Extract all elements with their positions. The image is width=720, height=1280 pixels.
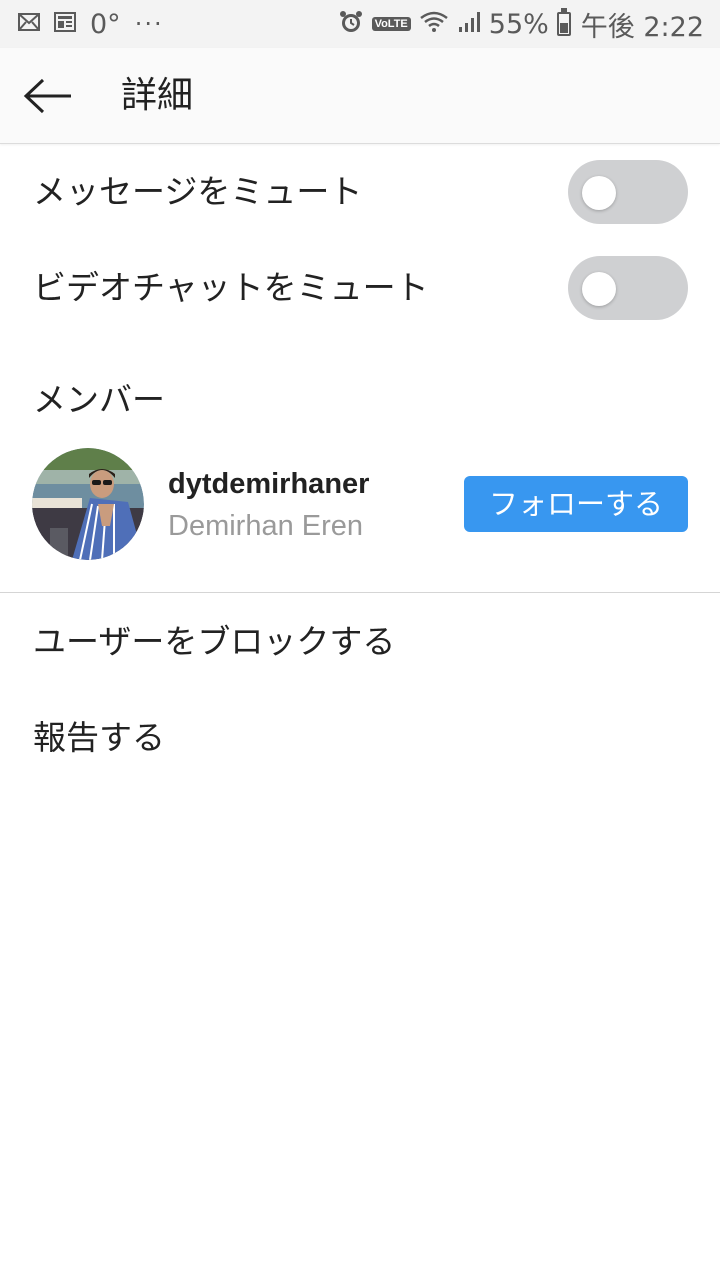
page-title: 詳細 [121, 75, 194, 116]
volte-icon: VoLTE [371, 17, 411, 31]
status-bar: 0° ··· VoLTE 55% 午後 2:22 [0, 0, 720, 48]
report-label: 報告する [33, 718, 165, 757]
mute-messages-row: メッセージをミュート [0, 156, 720, 228]
battery-percentage: 55% [488, 8, 549, 40]
more-notifications-icon: ··· [134, 10, 164, 38]
section-divider [0, 592, 720, 593]
mute-video-chat-label: ビデオチャットをミュート [33, 268, 429, 307]
toggle-knob [582, 176, 616, 210]
mute-messages-label: メッセージをミュート [33, 172, 363, 211]
toggle-knob [582, 272, 616, 306]
mute-video-chat-row: ビデオチャットをミュート [0, 252, 720, 324]
member-full-name: Demirhan Eren [168, 510, 364, 542]
member-row[interactable]: dytdemirhaner Demirhan Eren フォローする [0, 448, 720, 560]
wifi-icon [419, 10, 449, 38]
arrow-left-icon [23, 78, 71, 114]
mute-messages-toggle[interactable] [568, 160, 688, 224]
app-bar: 詳細 [0, 48, 720, 144]
mail-icon [18, 11, 40, 37]
temperature-text: 0° [90, 8, 121, 40]
screen: 0° ··· VoLTE 55% 午後 2:22 詳細 メッセージをミュート ビ… [0, 0, 720, 1280]
mute-video-chat-toggle[interactable] [568, 256, 688, 320]
battery-icon [556, 8, 571, 36]
back-button[interactable] [20, 74, 76, 118]
status-clock: 午後 2:22 [580, 11, 704, 43]
status-left: 0° ··· [18, 9, 164, 40]
follow-button[interactable]: フォローする [464, 476, 688, 532]
block-user-item[interactable]: ユーザーをブロックする [0, 602, 720, 682]
block-user-label: ユーザーをブロックする [33, 622, 396, 661]
member-username[interactable]: dytdemirhaner [168, 466, 369, 502]
members-section-title: メンバー [33, 380, 165, 419]
status-right: VoLTE 55% 午後 2:22 [338, 5, 704, 44]
avatar[interactable] [32, 448, 144, 560]
news-icon [54, 11, 76, 37]
signal-icon [457, 10, 481, 38]
alarm-icon [338, 9, 364, 39]
report-item[interactable]: 報告する [0, 698, 720, 778]
